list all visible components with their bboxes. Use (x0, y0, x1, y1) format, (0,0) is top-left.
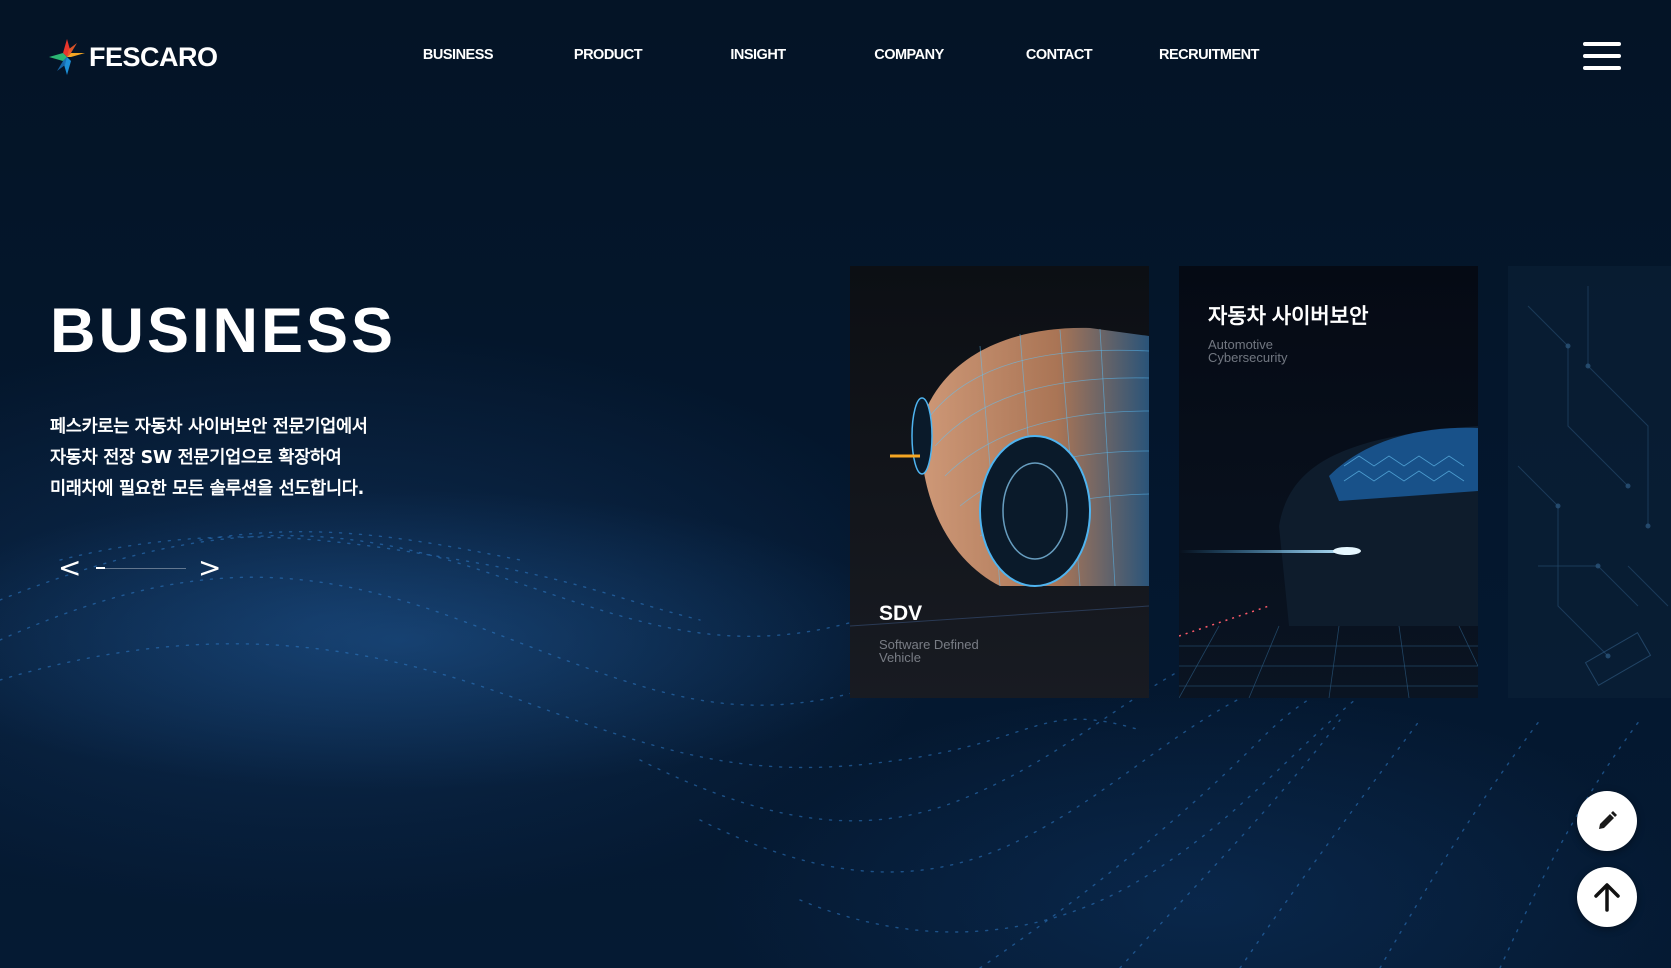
slider-progress-track (96, 567, 186, 569)
card-title: 자동차 사이버보안 (1208, 305, 1369, 328)
card-subtitle-line: Vehicle (879, 650, 921, 665)
page-title: BUSINESS (50, 296, 397, 366)
hero-description: 페스카로는 자동차 사이버보안 전문기업에서 자동차 전장 SW 전문기업으로 … (50, 412, 368, 505)
brand-logo[interactable]: FESCARO (49, 39, 218, 75)
pencil-icon (1599, 811, 1617, 829)
hamburger-menu-icon[interactable] (1583, 42, 1621, 74)
edit-button[interactable] (1577, 791, 1637, 851)
nav-item-product[interactable]: PRODUCT (574, 47, 643, 63)
business-card-next[interactable] (1508, 266, 1671, 698)
card-title: SDV (879, 602, 923, 625)
cybersecurity-car-illustration (1179, 266, 1478, 698)
card-subtitle: Automotive Cybersecurity (1208, 338, 1368, 364)
nav-item-contact[interactable]: CONTACT (1026, 47, 1093, 63)
nav-item-insight[interactable]: INSIGHT (730, 47, 786, 63)
arrow-up-icon (1594, 883, 1620, 912)
fescaro-logo-icon (49, 39, 85, 75)
hamburger-bar (1583, 54, 1621, 58)
scroll-to-top-button[interactable] (1577, 867, 1637, 927)
brand-name: FESCARO (89, 41, 218, 72)
nav-item-company[interactable]: COMPANY (874, 47, 944, 63)
card-subtitle: Software Defined Vehicle (879, 638, 1039, 664)
slider-progress-fill (96, 567, 105, 569)
nav-item-recruitment[interactable]: RECRUITMENT (1159, 47, 1260, 63)
slider-next-button[interactable]: > (198, 552, 221, 584)
nav-item-business[interactable]: BUSINESS (423, 47, 494, 63)
slider-prev-button[interactable]: < (58, 552, 81, 584)
hero-description-line: 자동차 전장 SW 전문기업으로 확장하여 (50, 448, 342, 468)
hamburger-bar (1583, 42, 1621, 46)
hamburger-bar (1583, 66, 1621, 70)
card-subtitle-line: Cybersecurity (1208, 350, 1288, 365)
hero-description-line: 페스카로는 자동차 사이버보안 전문기업에서 (50, 417, 368, 437)
business-card-sdv[interactable]: SDV Software Defined Vehicle (850, 266, 1149, 698)
circuit-board-illustration (1508, 266, 1671, 698)
sdv-car-illustration (850, 266, 1149, 698)
slider-controls: < > (58, 552, 228, 584)
business-card-cybersecurity[interactable]: 자동차 사이버보안 Automotive Cybersecurity (1179, 266, 1478, 698)
hero-description-line: 미래차에 필요한 모든 솔루션을 선도합니다. (50, 479, 364, 499)
